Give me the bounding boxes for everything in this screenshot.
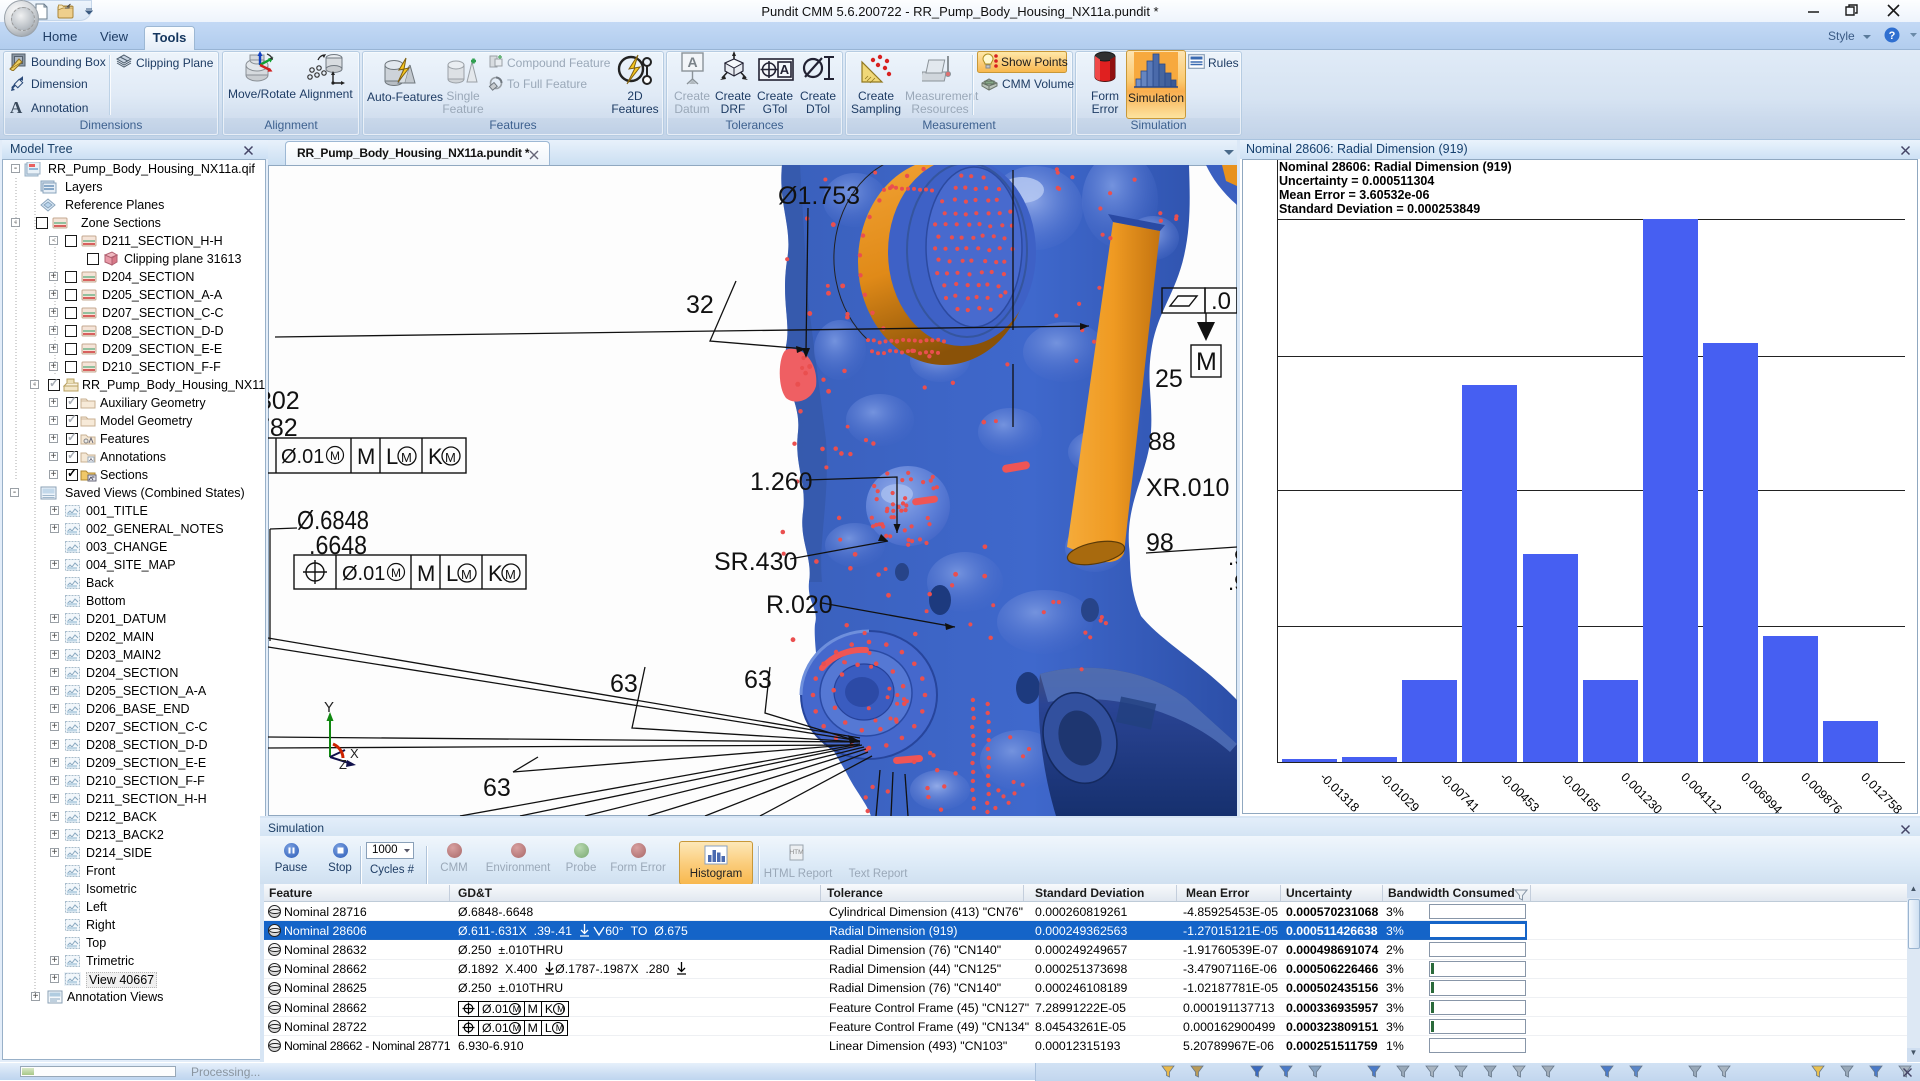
svg-text:M: M [461, 567, 472, 582]
svg-text:98: 98 [1146, 529, 1174, 557]
svg-text:HTM: HTM [789, 849, 803, 856]
svg-text:K: K [488, 561, 503, 586]
svg-text:X: X [350, 746, 359, 761]
svg-text:M: M [357, 444, 375, 469]
svg-text:?: ? [1889, 30, 1896, 42]
svg-text:SR.430: SR.430 [714, 548, 797, 576]
svg-text:.9: .9 [1228, 545, 1237, 570]
svg-text:32: 32 [686, 291, 714, 319]
svg-text:.0: .0 [1211, 288, 1231, 315]
svg-text:K: K [428, 444, 443, 469]
svg-text:25: 25 [1155, 365, 1183, 393]
svg-text:M: M [1196, 348, 1217, 376]
svg-text:M: M [401, 450, 412, 465]
svg-text:1.260: 1.260 [750, 468, 813, 496]
svg-text:M: M [417, 561, 435, 586]
svg-text:63: 63 [610, 670, 638, 698]
svg-text:M: M [505, 567, 516, 582]
svg-text:M: M [330, 449, 340, 463]
svg-text:Y: Y [324, 699, 334, 716]
svg-text:302: 302 [268, 387, 300, 415]
svg-text:Ø.01: Ø.01 [342, 563, 385, 585]
svg-text:M: M [391, 566, 401, 580]
svg-text:A: A [687, 54, 697, 70]
svg-text:Ø1.753: Ø1.753 [778, 182, 860, 210]
svg-text:Ø.01: Ø.01 [281, 446, 324, 468]
svg-text:XR.010: XR.010 [1146, 474, 1229, 502]
svg-text:L: L [386, 444, 398, 469]
svg-text:63: 63 [483, 774, 511, 802]
svg-text:.9: .9 [1228, 570, 1237, 595]
svg-text:R.020: R.020 [766, 591, 833, 619]
svg-text:M: M [445, 450, 456, 465]
svg-text:63: 63 [744, 666, 772, 694]
svg-text:L: L [446, 561, 458, 586]
svg-text:A: A [780, 62, 790, 77]
svg-text:Z: Z [339, 757, 347, 772]
svg-text:88: 88 [1148, 428, 1176, 456]
